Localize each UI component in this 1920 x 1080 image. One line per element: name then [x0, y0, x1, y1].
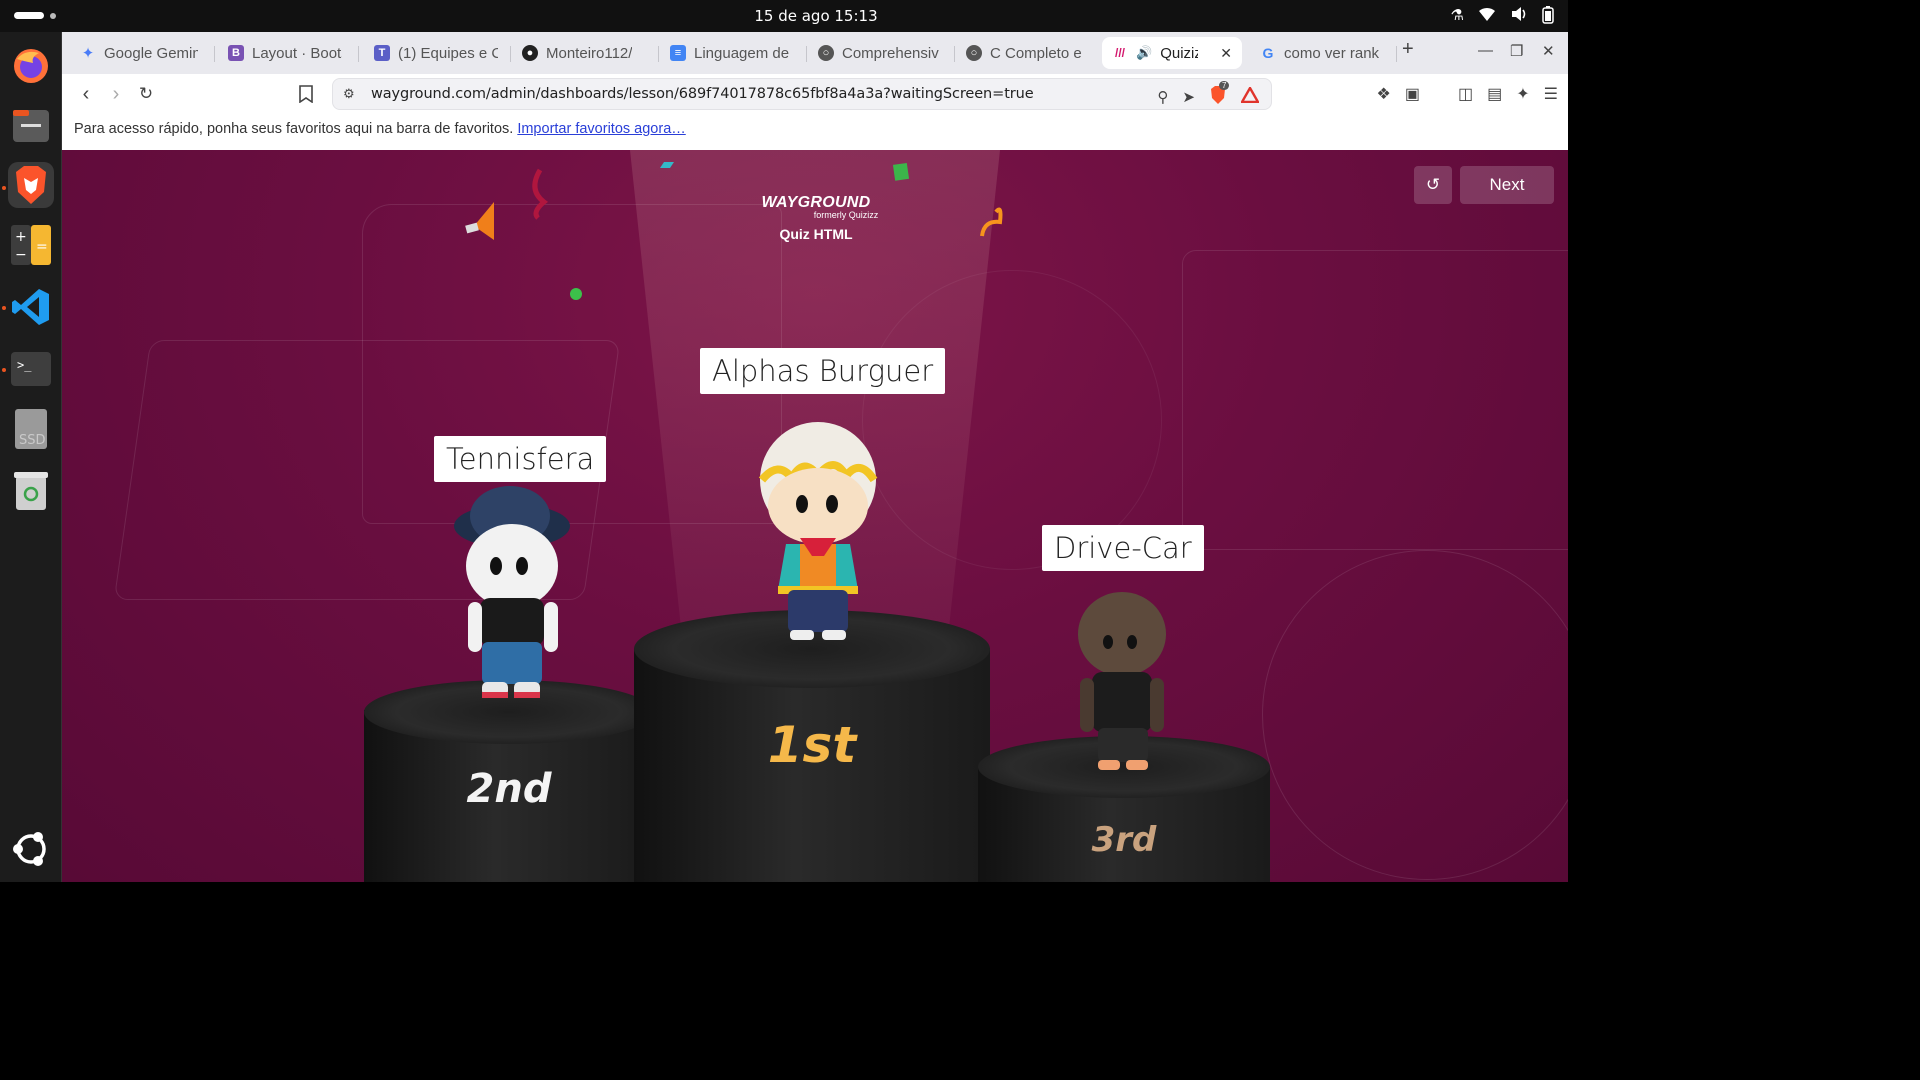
calculator-icon[interactable]: + − =	[8, 222, 54, 268]
brave-browser-window: ✦ Google Gemin B Layout · Boots T (1) Eq…	[62, 32, 1568, 882]
brave-icon[interactable]	[8, 162, 54, 208]
docs-icon: ≡	[670, 45, 686, 61]
new-tab-button[interactable]: +	[1402, 38, 1414, 61]
tab-google-gemini[interactable]: ✦ Google Gemin	[70, 37, 208, 69]
tab-quizizz[interactable]: /// 🔊 Quizizz ✕	[1102, 37, 1242, 69]
player-name-second: Tennisfera	[434, 436, 607, 482]
player-name-third: Drive-Car	[1042, 525, 1204, 571]
bookmark-icon[interactable]	[294, 82, 318, 106]
terminal-icon[interactable]: >_	[8, 346, 54, 392]
github-icon: ●	[522, 45, 538, 61]
wallet-icon[interactable]: ▤	[1487, 84, 1502, 104]
wayground-brand: WAYGROUND formerly Quizizz Quiz HTML	[750, 194, 882, 242]
tab-equipes[interactable]: T (1) Equipes e C	[364, 37, 508, 69]
rank-label-second: 2nd	[466, 766, 552, 812]
forward-icon[interactable]: ›	[104, 82, 128, 106]
avatar-tennisfera	[454, 486, 570, 698]
navigation-toolbar: ‹ › ↻ ⚙ wayground.com/admin/dashboards/l…	[62, 74, 1568, 114]
rank-label-third: 3rd	[1091, 820, 1157, 860]
svg-text:SSD: SSD	[19, 433, 46, 448]
ubuntu-dock: + − = >_ SSD	[0, 32, 62, 882]
bookmarks-hint: Para acesso rápido, ponha seus favoritos…	[74, 121, 514, 137]
leo-ai-icon[interactable]: ✦	[1516, 84, 1529, 104]
extensions-icon[interactable]: ❖	[1377, 84, 1391, 104]
tab-c-completo[interactable]: ○ C Completo e	[956, 37, 1096, 69]
restart-icon: ↺	[1425, 175, 1441, 194]
address-bar[interactable]: ⚙ wayground.com/admin/dashboards/lesson/…	[332, 78, 1272, 110]
accessibility-icon[interactable]: ⚗	[1451, 6, 1464, 28]
avatar-alphas-burguer	[758, 422, 878, 640]
ubuntu-apps-icon[interactable]	[8, 826, 54, 872]
svg-text:>_: >_	[17, 358, 32, 372]
globe-icon: ○	[818, 45, 834, 61]
url-text[interactable]: wayground.com/admin/dashboards/lesson/68…	[371, 86, 1034, 102]
brave-rewards-icon[interactable]	[1239, 85, 1261, 107]
tab-google-search[interactable]: G como ver rank	[1250, 37, 1390, 69]
globe-icon: ○	[966, 45, 982, 61]
quiz-title: Quiz HTML	[779, 226, 853, 242]
player-name-first: Alphas Burguer	[700, 348, 946, 394]
leaderboard-page: WAYGROUND formerly Quizizz Quiz HTML ↺ N…	[62, 150, 1568, 882]
background-shape	[1182, 250, 1568, 550]
restart-button[interactable]: ↺	[1414, 166, 1452, 204]
google-icon: G	[1262, 45, 1274, 61]
audio-playing-icon[interactable]: 🔊	[1136, 45, 1152, 61]
tab-linguagem[interactable]: ≡ Linguagem de	[660, 37, 804, 69]
tab-search-icon[interactable]: ▣	[1405, 84, 1420, 104]
files-icon[interactable]	[8, 102, 54, 148]
share-icon[interactable]: ➤	[1182, 88, 1195, 106]
battery-icon[interactable]	[1542, 6, 1554, 28]
volume-icon[interactable]	[1510, 6, 1528, 28]
firefox-icon[interactable]	[8, 42, 54, 88]
next-button[interactable]: Next	[1460, 166, 1554, 204]
svg-text:=: =	[36, 239, 48, 255]
tab-layout-bootstrap[interactable]: B Layout · Boots	[218, 37, 352, 69]
minimize-icon[interactable]: —	[1478, 42, 1493, 59]
back-icon[interactable]: ‹	[74, 82, 98, 106]
tab-strip: ✦ Google Gemin B Layout · Boots T (1) Eq…	[62, 32, 1568, 74]
system-clock[interactable]: 15 de ago 15:13	[0, 7, 1632, 25]
avatar-drive-car	[1078, 592, 1166, 770]
browser-actions: ❖ ▣ ◫ ▤ ✦ ☰	[1377, 84, 1558, 104]
tab-github-monteiro[interactable]: ● Monteiro112/	[512, 37, 656, 69]
vscode-icon[interactable]	[8, 284, 54, 330]
zoom-icon[interactable]: ⚲	[1157, 88, 1168, 106]
site-info-icon[interactable]: ⚙	[343, 86, 359, 102]
restore-icon[interactable]: ❐	[1510, 42, 1523, 60]
teams-icon: T	[374, 45, 390, 61]
podium-first: 1st	[634, 610, 990, 882]
wifi-icon[interactable]	[1478, 6, 1496, 28]
formerly-quizizz-label: formerly Quizizz	[813, 210, 879, 220]
shields-count-badge: 7	[1219, 81, 1230, 90]
gemini-icon: ✦	[81, 45, 95, 62]
quizizz-icon: ///	[1114, 46, 1125, 60]
close-tab-icon[interactable]: ✕	[1220, 45, 1232, 62]
sidebar-icon[interactable]: ◫	[1458, 84, 1473, 104]
bookmarks-bar: Para acesso rápido, ponha seus favoritos…	[62, 114, 1568, 150]
menu-icon[interactable]: ☰	[1544, 84, 1558, 104]
brave-shields-icon[interactable]: 7	[1209, 81, 1230, 109]
background-shape	[1262, 550, 1568, 880]
system-top-bar: 15 de ago 15:13 ⚗	[0, 0, 1568, 32]
podium-second: 2nd	[364, 680, 654, 882]
import-bookmarks-link[interactable]: Importar favoritos agora…	[517, 121, 685, 137]
trash-icon[interactable]	[8, 468, 54, 514]
svg-text:+: +	[15, 229, 27, 245]
close-window-icon[interactable]: ✕	[1542, 42, 1555, 60]
tab-comprehensive[interactable]: ○ Comprehensiv	[808, 37, 952, 69]
svg-text:−: −	[15, 247, 27, 263]
system-tray[interactable]: ⚗	[1451, 6, 1554, 28]
rank-label-first: 1st	[767, 716, 857, 774]
bootstrap-icon: B	[228, 45, 244, 61]
ssd-drive-icon[interactable]: SSD	[8, 406, 54, 452]
reload-icon[interactable]: ↻	[134, 82, 158, 106]
